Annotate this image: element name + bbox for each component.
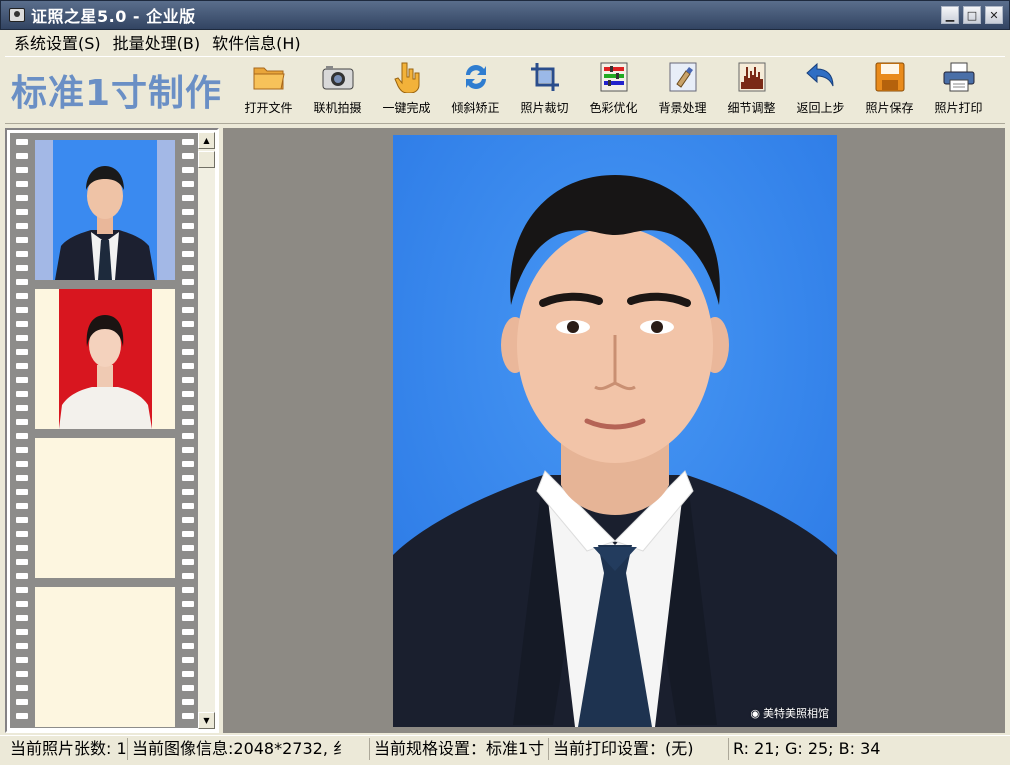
thumbnail-man-blue[interactable] bbox=[35, 140, 175, 280]
open-file-button[interactable]: 打开文件 bbox=[234, 60, 303, 120]
thumbnail-scrollbar[interactable]: ▲ ▼ bbox=[198, 132, 215, 729]
detail-adjust-button[interactable]: 细节调整 bbox=[717, 60, 786, 120]
film-holes-right bbox=[182, 139, 194, 727]
one-click-label: 一键完成 bbox=[382, 101, 431, 115]
crop-icon bbox=[529, 61, 561, 93]
color-icon bbox=[598, 61, 630, 93]
menu-system-settings[interactable]: 系统设置(S) bbox=[8, 30, 107, 54]
film-strip bbox=[10, 133, 200, 728]
menu-batch-process[interactable]: 批量处理(B) bbox=[107, 30, 206, 54]
tilt-correction-label: 倾斜矫正 bbox=[451, 101, 500, 115]
color-optimize-button[interactable]: 色彩优化 bbox=[579, 60, 648, 120]
thumbnail-panel: ▲ ▼ bbox=[5, 128, 219, 733]
camera-app-icon bbox=[9, 8, 25, 22]
status-print-setting: 当前打印设置：(无) bbox=[549, 737, 729, 760]
thumbnail-empty-slot[interactable] bbox=[35, 438, 175, 578]
color-optimize-label: 色彩优化 bbox=[589, 101, 638, 115]
histogram-icon bbox=[736, 61, 768, 93]
background-process-label: 背景处理 bbox=[658, 101, 707, 115]
scroll-down-button[interactable]: ▼ bbox=[198, 712, 215, 729]
thumbnail-woman-red[interactable] bbox=[35, 289, 175, 429]
tilt-correction-button[interactable]: 倾斜矫正 bbox=[441, 60, 510, 120]
photo-save-label: 照片保存 bbox=[865, 101, 914, 115]
background-process-button[interactable]: 背景处理 bbox=[648, 60, 717, 120]
weibo-icon: ◉ bbox=[750, 706, 760, 720]
one-click-button[interactable]: 一键完成 bbox=[372, 60, 441, 120]
close-button[interactable]: ✕ bbox=[985, 6, 1003, 24]
undo-icon bbox=[805, 61, 837, 93]
scroll-up-button[interactable]: ▲ bbox=[198, 132, 215, 149]
mode-title: 标准1寸制作 bbox=[11, 73, 223, 114]
menu-software-info[interactable]: 软件信息(H) bbox=[206, 30, 307, 54]
printer-icon bbox=[943, 61, 975, 93]
undo-button[interactable]: 返回上步 bbox=[786, 60, 855, 120]
status-rgb-value: R: 21; G: 25; B: 34 bbox=[733, 738, 881, 758]
id-photo-preview: ◉ 美特美照相馆 bbox=[393, 135, 837, 727]
toolbar: 标准1寸制作 打开文件 联机拍摄 一键完成 倾斜矫正 照片裁切 色彩优化 背景处… bbox=[5, 56, 1005, 124]
brush-icon bbox=[667, 61, 699, 93]
hand-icon bbox=[391, 61, 423, 93]
status-bar: 当前照片张数: 1 当前图像信息:2048*2732, 纟 当前规格设置：标准1… bbox=[0, 735, 1010, 761]
tethered-capture-button[interactable]: 联机拍摄 bbox=[303, 60, 372, 120]
undo-label: 返回上步 bbox=[796, 101, 845, 115]
photo-crop-button[interactable]: 照片裁切 bbox=[510, 60, 579, 120]
menu-bar: 系统设置(S) 批量处理(B) 软件信息(H) bbox=[0, 30, 1010, 54]
preview-canvas: ◉ 美特美照相馆 bbox=[223, 128, 1005, 733]
photo-print-button[interactable]: 照片打印 bbox=[924, 60, 993, 120]
maximize-button[interactable]: □ bbox=[963, 6, 981, 24]
folder-icon bbox=[253, 61, 285, 93]
tethered-capture-label: 联机拍摄 bbox=[313, 101, 362, 115]
minimize-button[interactable]: ▁ bbox=[941, 6, 959, 24]
scroll-thumb[interactable] bbox=[198, 151, 215, 168]
photo-crop-label: 照片裁切 bbox=[520, 101, 569, 115]
status-photo-count: 当前照片张数: 1 bbox=[0, 737, 128, 760]
title-bar: 证照之星5.0 - 企业版 ▁ □ ✕ bbox=[0, 0, 1010, 30]
save-icon bbox=[874, 61, 906, 93]
detail-adjust-label: 细节调整 bbox=[727, 101, 776, 115]
camera-icon bbox=[322, 61, 354, 93]
photo-print-label: 照片打印 bbox=[934, 101, 983, 115]
open-file-label: 打开文件 bbox=[244, 101, 293, 115]
rotate-icon bbox=[460, 61, 492, 93]
watermark-text: 美特美照相馆 bbox=[763, 707, 829, 720]
window-title: 证照之星5.0 - 企业版 bbox=[31, 7, 196, 26]
status-image-info: 当前图像信息:2048*2732, 纟 bbox=[128, 737, 370, 760]
window-controls: ▁ □ ✕ bbox=[941, 6, 1003, 24]
portrait-image bbox=[393, 135, 837, 727]
film-holes-left bbox=[16, 139, 28, 727]
photo-watermark: ◉ 美特美照相馆 bbox=[750, 705, 829, 721]
status-spec-setting: 当前规格设置：标准1寸 bbox=[370, 737, 549, 760]
photo-save-button[interactable]: 照片保存 bbox=[855, 60, 924, 120]
thumbnail-empty-slot[interactable] bbox=[35, 587, 175, 727]
